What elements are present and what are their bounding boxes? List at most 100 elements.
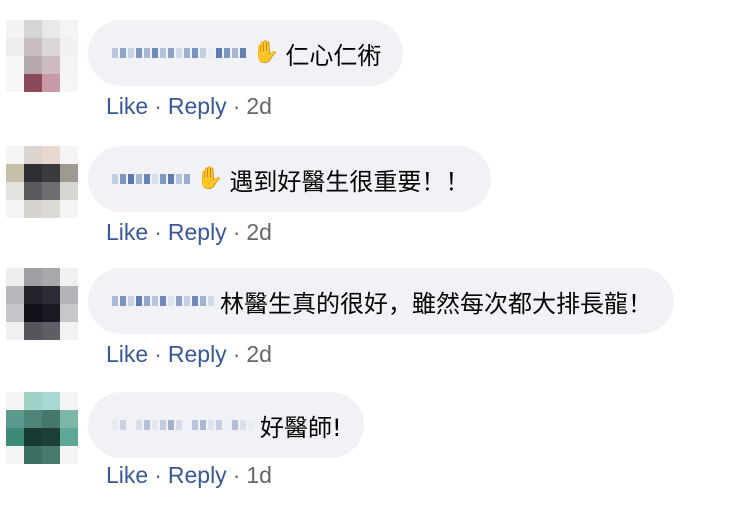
commenter-name-blurred[interactable] bbox=[112, 296, 214, 306]
like-link[interactable]: Like bbox=[106, 462, 148, 488]
avatar-pixel bbox=[60, 322, 78, 340]
avatar-pixel bbox=[60, 182, 78, 200]
name-blur-block bbox=[152, 174, 158, 184]
name-blur-block bbox=[184, 296, 190, 306]
timestamp[interactable]: 1d bbox=[246, 462, 272, 488]
name-blur-block bbox=[160, 296, 166, 306]
name-blur-block bbox=[112, 174, 118, 184]
avatar-pixel bbox=[6, 200, 24, 218]
separator-dot: · bbox=[232, 341, 241, 367]
name-blur-block bbox=[216, 48, 222, 58]
name-blur-block bbox=[152, 296, 158, 306]
reply-link[interactable]: Reply bbox=[168, 341, 227, 367]
avatar-pixel bbox=[24, 56, 42, 74]
separator-dot: · bbox=[232, 219, 241, 245]
avatar-pixel bbox=[42, 286, 60, 304]
avatar-pixel bbox=[6, 410, 24, 428]
name-blur-block bbox=[176, 296, 182, 306]
name-blur-block bbox=[152, 420, 158, 430]
comment-bubble: 林醫生真的很好，雖然每次都大排長龍！ bbox=[88, 268, 674, 334]
name-blur-block bbox=[136, 420, 142, 430]
avatar-pixel bbox=[42, 446, 60, 464]
name-blur-block bbox=[240, 48, 246, 58]
commenter-name-blurred[interactable] bbox=[112, 174, 190, 184]
avatar-pixel bbox=[60, 286, 78, 304]
name-blur-block bbox=[144, 48, 150, 58]
timestamp[interactable]: 2d bbox=[246, 93, 272, 119]
name-blur-block bbox=[136, 296, 142, 306]
name-blur-block bbox=[168, 48, 174, 58]
like-link[interactable]: Like bbox=[106, 219, 148, 245]
timestamp[interactable]: 2d bbox=[246, 341, 272, 367]
avatar-pixel bbox=[6, 446, 24, 464]
comment-bubble: ✋ 遇到好醫生很重要！！ bbox=[88, 146, 492, 212]
name-blur-block bbox=[232, 48, 238, 58]
avatar[interactable] bbox=[6, 146, 78, 218]
reply-link[interactable]: Reply bbox=[168, 462, 227, 488]
avatar-pixel bbox=[42, 304, 60, 322]
avatar-pixel bbox=[60, 392, 78, 410]
name-blur-block bbox=[176, 420, 182, 430]
timestamp[interactable]: 2d bbox=[246, 219, 272, 245]
avatar[interactable] bbox=[6, 20, 78, 92]
avatar-pixel bbox=[6, 38, 24, 56]
avatar-pixel bbox=[42, 38, 60, 56]
avatar-pixel bbox=[6, 428, 24, 446]
avatar-pixel bbox=[6, 164, 24, 182]
name-blur-block bbox=[184, 420, 190, 430]
commenter-name-blurred[interactable] bbox=[112, 420, 254, 430]
avatar-pixel bbox=[6, 20, 24, 38]
avatar-pixel bbox=[24, 304, 42, 322]
reply-link[interactable]: Reply bbox=[168, 93, 227, 119]
comment-text: 林醫生真的很好，雖然每次都大排長龍！ bbox=[220, 289, 652, 318]
comment-text: 仁心仁術 bbox=[285, 41, 382, 70]
avatar[interactable] bbox=[6, 268, 78, 340]
reply-link[interactable]: Reply bbox=[168, 219, 227, 245]
commenter-name-blurred[interactable] bbox=[112, 48, 246, 58]
avatar-pixel bbox=[6, 74, 24, 92]
name-blur-block bbox=[120, 174, 126, 184]
name-blur-block bbox=[208, 48, 214, 58]
name-blur-block bbox=[200, 48, 206, 58]
avatar-pixel bbox=[60, 200, 78, 218]
avatar-pixel bbox=[24, 200, 42, 218]
name-blur-block bbox=[168, 174, 174, 184]
separator-dot: · bbox=[154, 93, 162, 119]
wave-icon: ✋ bbox=[252, 40, 280, 65]
name-blur-block bbox=[184, 48, 190, 58]
separator-dot: · bbox=[154, 219, 162, 245]
avatar-pixel bbox=[60, 446, 78, 464]
avatar-pixel bbox=[24, 74, 42, 92]
name-blur-block bbox=[168, 420, 174, 430]
like-link[interactable]: Like bbox=[106, 93, 148, 119]
name-blur-block bbox=[136, 174, 142, 184]
avatar-pixel bbox=[24, 446, 42, 464]
name-blur-block bbox=[248, 420, 254, 430]
name-blur-block bbox=[112, 420, 118, 430]
avatar-pixel bbox=[60, 38, 78, 56]
avatar-pixel bbox=[6, 268, 24, 286]
avatar-pixel bbox=[24, 38, 42, 56]
name-blur-block bbox=[160, 174, 166, 184]
avatar-pixel bbox=[24, 410, 42, 428]
name-blur-block bbox=[192, 48, 198, 58]
comment-actions: Like · Reply · 2d bbox=[106, 219, 272, 246]
avatar-pixel bbox=[6, 392, 24, 410]
avatar[interactable] bbox=[6, 392, 78, 464]
avatar-pixel bbox=[42, 392, 60, 410]
name-blur-block bbox=[224, 48, 230, 58]
name-blur-block bbox=[128, 48, 134, 58]
name-blur-block bbox=[208, 296, 214, 306]
avatar-pixel bbox=[24, 268, 42, 286]
like-link[interactable]: Like bbox=[106, 341, 148, 367]
name-blur-block bbox=[152, 48, 158, 58]
comment-bubble: ✋ 仁心仁術 bbox=[88, 20, 404, 86]
separator-dot: · bbox=[154, 341, 162, 367]
name-blur-block bbox=[240, 420, 246, 430]
comment-actions: Like · Reply · 2d bbox=[106, 93, 272, 120]
name-blur-block bbox=[160, 420, 166, 430]
avatar-pixel bbox=[6, 304, 24, 322]
name-blur-block bbox=[120, 420, 126, 430]
name-blur-block bbox=[184, 174, 190, 184]
avatar-pixel bbox=[42, 146, 60, 164]
